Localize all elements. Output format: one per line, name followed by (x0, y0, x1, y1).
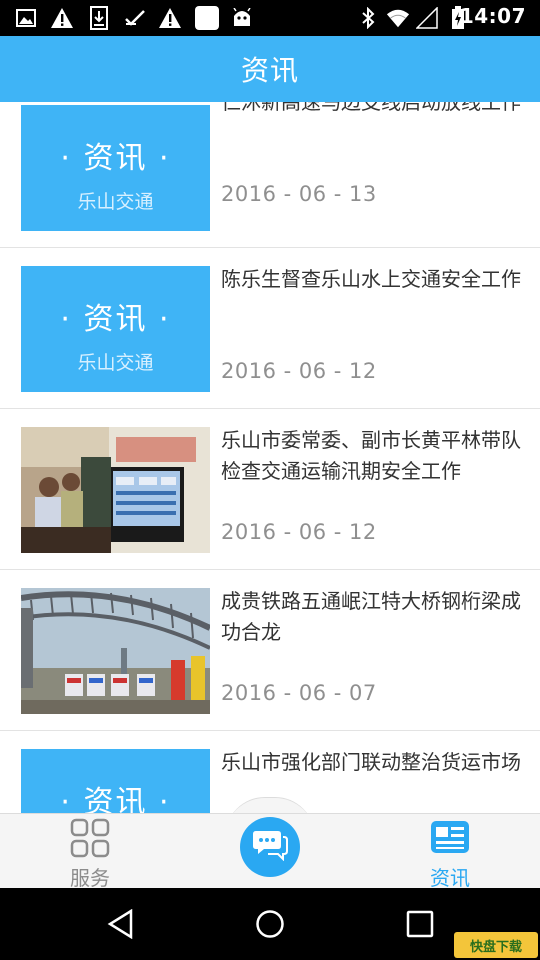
image-icon (14, 6, 38, 30)
chat-button[interactable] (240, 817, 300, 877)
warning-icon (50, 6, 74, 30)
news-item[interactable]: · 资讯 · 乐山交通 陈乐生督查乐山水上交通安全工作 2016 - 06 - … (0, 248, 540, 409)
warning-icon (158, 6, 182, 30)
tab-services-label: 服务 (70, 866, 110, 890)
system-nav-bar: 快盘下载 (0, 888, 540, 960)
news-thumbnail-photo (21, 588, 210, 714)
download-icon (87, 6, 111, 30)
news-item[interactable]: 成贵铁路五通岷江特大桥钢桁梁成功合龙 2016 - 06 - 07 (0, 570, 540, 731)
news-date: 2016 - 06 - 07 (221, 681, 377, 705)
bluetooth-icon (356, 6, 380, 30)
news-date: 2016 - 06 - 12 (221, 520, 377, 544)
status-bar: 14:07 (0, 0, 540, 36)
back-icon[interactable] (100, 904, 140, 944)
placeholder-title: · 资讯 · (60, 141, 171, 176)
status-time: 14:07 (459, 4, 526, 28)
recents-icon[interactable] (400, 904, 440, 944)
tab-services[interactable]: 服务 (30, 814, 150, 890)
news-thumbnail-placeholder: · 资讯 · 乐山交通 (21, 105, 210, 231)
square-icon (195, 6, 219, 30)
news-list[interactable]: · 资讯 · 乐山交通 仁沐新高速马边支线启动放线工作 2016 - 06 - … (0, 102, 540, 813)
placeholder-title: · 资讯 · (60, 302, 171, 337)
news-title: 仁沐新高速马边支线启动放线工作 (221, 102, 521, 114)
tab-news-label: 资讯 (430, 866, 470, 890)
home-icon[interactable] (250, 904, 290, 944)
news-thumbnail-placeholder: · 资讯 · 乐山交通 (21, 266, 210, 392)
placeholder-subtitle: 乐山交通 (77, 352, 154, 374)
news-title: 乐山市强化部门联动整治货运市场 (221, 750, 521, 774)
news-title: 成贵铁路五通岷江特大桥钢桁梁成功合龙 (221, 589, 521, 644)
news-title: 陈乐生督查乐山水上交通安全工作 (221, 267, 521, 291)
placeholder-subtitle: 乐山交通 (77, 191, 154, 213)
news-title: 乐山市委常委、副市长黄平林带队检查交通运输汛期安全工作 (221, 428, 521, 483)
app-header: 资讯 (0, 36, 540, 102)
placeholder-title: · 资讯 · (60, 785, 171, 813)
tab-news[interactable]: 资讯 (390, 814, 510, 890)
chat-icon (252, 829, 288, 865)
check-icon (123, 6, 147, 30)
watermark-logo: 快盘下载 (454, 932, 538, 958)
android-icon (230, 6, 254, 30)
news-thumbnail-photo (21, 427, 210, 553)
news-icon (430, 818, 470, 858)
news-item[interactable]: · 资讯 · 乐山交通 仁沐新高速马边支线启动放线工作 2016 - 06 - … (0, 102, 540, 248)
news-date: 2016 - 06 - 12 (221, 359, 377, 383)
news-item[interactable]: 乐山市委常委、副市长黄平林带队检查交通运输汛期安全工作 2016 - 06 - … (0, 409, 540, 570)
grid-icon (70, 818, 110, 858)
page-title: 资讯 (240, 54, 299, 87)
wifi-icon (386, 6, 410, 30)
signal-icon (415, 6, 439, 30)
news-date: 2016 - 06 - 13 (221, 182, 377, 206)
news-thumbnail-placeholder: · 资讯 · 乐山交通 (21, 749, 210, 813)
